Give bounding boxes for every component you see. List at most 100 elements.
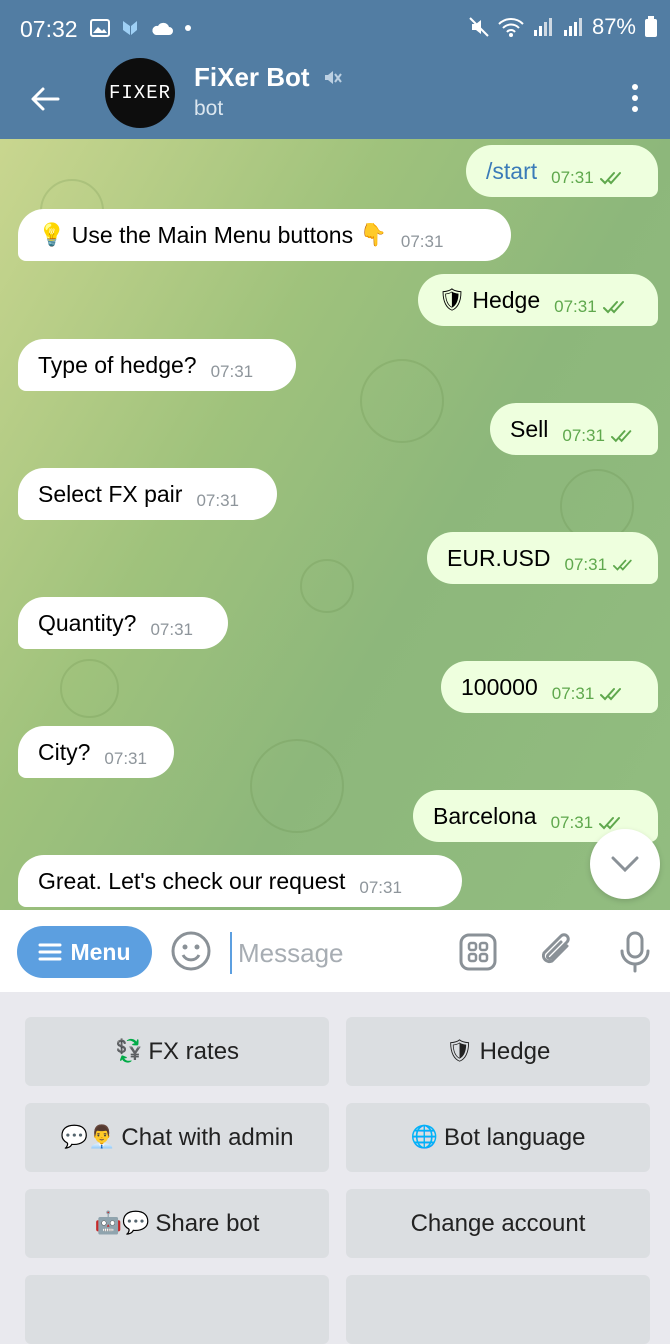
keyboard-button-fx-rates[interactable]: 💱 FX rates xyxy=(25,1017,329,1086)
message-input[interactable] xyxy=(230,932,450,974)
message-text: Use the Main Menu buttons xyxy=(71,221,354,248)
chat-area[interactable]: /start 07:31 💡 Use the Main Menu buttons 👇… xyxy=(0,139,670,910)
battery-icon xyxy=(645,16,657,37)
dot-icon xyxy=(632,106,638,112)
muted-icon xyxy=(325,71,342,84)
message-time: 07:31 xyxy=(551,684,595,703)
chevron-down-icon xyxy=(611,856,639,873)
message-time: 07:31 xyxy=(196,491,239,510)
back-button[interactable] xyxy=(22,76,68,122)
button-emoji: 💬👨‍💼 xyxy=(60,1125,116,1150)
message-time: 07:31 xyxy=(554,297,597,316)
mute-icon xyxy=(469,17,489,37)
message-text: Sell xyxy=(510,415,549,442)
hamburger-icon xyxy=(38,943,62,961)
read-checkmarks-icon xyxy=(600,688,622,701)
message-emoji: 💡 xyxy=(38,222,66,248)
message-time: 07:31 xyxy=(562,426,605,445)
keyboard-button-bot-language[interactable]: 🌐 Bot language xyxy=(346,1103,650,1172)
background-doodle xyxy=(360,359,444,443)
message-text: 100000 xyxy=(461,673,538,700)
outgoing-message[interactable]: 100000 07:31 xyxy=(441,661,658,713)
message-text: City? xyxy=(38,738,91,765)
back-arrow-icon xyxy=(31,87,60,111)
button-label: Share bot xyxy=(155,1209,260,1237)
keyboard-button-share-bot[interactable]: 🤖💬 Share bot xyxy=(25,1189,329,1258)
dot-icon xyxy=(632,95,638,101)
incoming-message[interactable]: Type of hedge? 07:31 xyxy=(18,339,296,391)
scroll-down-button[interactable] xyxy=(590,829,660,899)
outgoing-message[interactable]: EUR.USD 07:31 xyxy=(427,532,658,584)
signal-icon-2 xyxy=(563,18,582,36)
incoming-message[interactable]: City? 07:31 xyxy=(18,726,174,778)
menu-label: Menu xyxy=(70,938,131,965)
incoming-message[interactable]: Select FX pair 07:31 xyxy=(18,468,277,520)
background-doodle xyxy=(300,559,354,613)
avatar[interactable]: FIXER xyxy=(105,58,175,128)
input-bar: Menu xyxy=(0,910,670,992)
button-label: Change account xyxy=(410,1209,586,1237)
read-checkmarks-icon xyxy=(599,817,621,830)
message-text: /start xyxy=(486,157,538,184)
message-text: Select FX pair xyxy=(38,480,183,507)
message-time: 07:31 xyxy=(400,232,444,251)
message-time: 07:31 xyxy=(550,813,594,832)
emoji-icon[interactable] xyxy=(170,930,212,972)
message-time: 07:31 xyxy=(551,168,594,187)
button-label: FX rates xyxy=(148,1037,240,1065)
message-text: Great. Let's check our request xyxy=(38,867,346,894)
incoming-message[interactable]: 💡 Use the Main Menu buttons 👇 07:31 xyxy=(18,209,511,261)
message-text: Barcelona xyxy=(433,802,537,829)
button-label: Hedge xyxy=(479,1037,551,1065)
battery-percent: 87% xyxy=(591,14,636,39)
message-time: 07:31 xyxy=(359,878,402,897)
outgoing-message[interactable]: Sell 07:31 xyxy=(490,403,658,455)
keyboard-button-hedge[interactable]: 🛡 Hedge xyxy=(346,1017,650,1086)
button-label: Bot language xyxy=(443,1123,586,1151)
signal-icon xyxy=(533,18,552,36)
bot-keyboard: 💱 FX rates 🛡 Hedge 💬👨‍💼 Chat with admin 🌐 Bot l… xyxy=(0,992,670,1344)
message-text: Type of hedge? xyxy=(38,351,197,378)
background-doodle xyxy=(60,659,119,718)
outgoing-message[interactable]: 🛡 Hedge 07:31 xyxy=(418,274,658,326)
message-text: Hedge xyxy=(472,286,541,313)
button-emoji: 🛡 xyxy=(445,1039,474,1064)
microphone-icon[interactable] xyxy=(617,930,653,974)
attach-icon[interactable] xyxy=(537,930,577,972)
message-emoji: 👇 xyxy=(359,222,387,248)
chat-title[interactable]: FiXer Bot xyxy=(194,62,310,93)
message-text: EUR.USD xyxy=(447,544,551,571)
read-checkmarks-icon xyxy=(610,430,632,443)
dot-icon xyxy=(185,25,191,31)
more-menu-button[interactable] xyxy=(620,78,650,118)
keyboard-button-partial[interactable] xyxy=(346,1275,650,1344)
message-time: 07:31 xyxy=(104,749,147,768)
message-time: 07:31 xyxy=(150,620,193,639)
keyboard-button-chat-with-admin[interactable]: 💬👨‍💼 Chat with admin xyxy=(25,1103,329,1172)
outgoing-message[interactable]: /start 07:31 xyxy=(466,145,658,197)
button-emoji: 🌐 xyxy=(410,1125,438,1150)
button-label: Chat with admin xyxy=(121,1123,294,1151)
read-checkmarks-icon xyxy=(613,559,632,571)
keyboard-button-partial[interactable] xyxy=(25,1275,329,1344)
message-time: 07:31 xyxy=(210,362,254,381)
chat-subtitle: bot xyxy=(194,97,224,120)
message-text: Quantity? xyxy=(38,609,137,636)
status-time: 07:32 xyxy=(20,16,78,42)
dot-icon xyxy=(632,84,638,90)
button-emoji: 💱 xyxy=(114,1039,143,1064)
read-checkmarks-icon xyxy=(602,301,624,314)
gallery-icon xyxy=(90,19,110,37)
chat-header: FIXER FiXer Bot bot xyxy=(0,58,670,139)
message-emoji: 🛡 xyxy=(438,287,466,313)
bot-keyboard-icon[interactable] xyxy=(458,932,498,972)
status-bar: 07:32 87% xyxy=(0,0,670,60)
incoming-message[interactable]: Quantity? 07:31 xyxy=(18,597,228,649)
app-notification-icon xyxy=(123,21,137,35)
menu-button[interactable]: Menu xyxy=(17,926,152,978)
background-doodle xyxy=(250,739,344,833)
button-emoji: 🤖💬 xyxy=(94,1211,150,1236)
keyboard-button-change-account[interactable]: Change account xyxy=(346,1189,650,1258)
message-time: 07:31 xyxy=(564,555,608,574)
incoming-message[interactable]: Great. Let's check our request 07:31 xyxy=(18,855,462,907)
